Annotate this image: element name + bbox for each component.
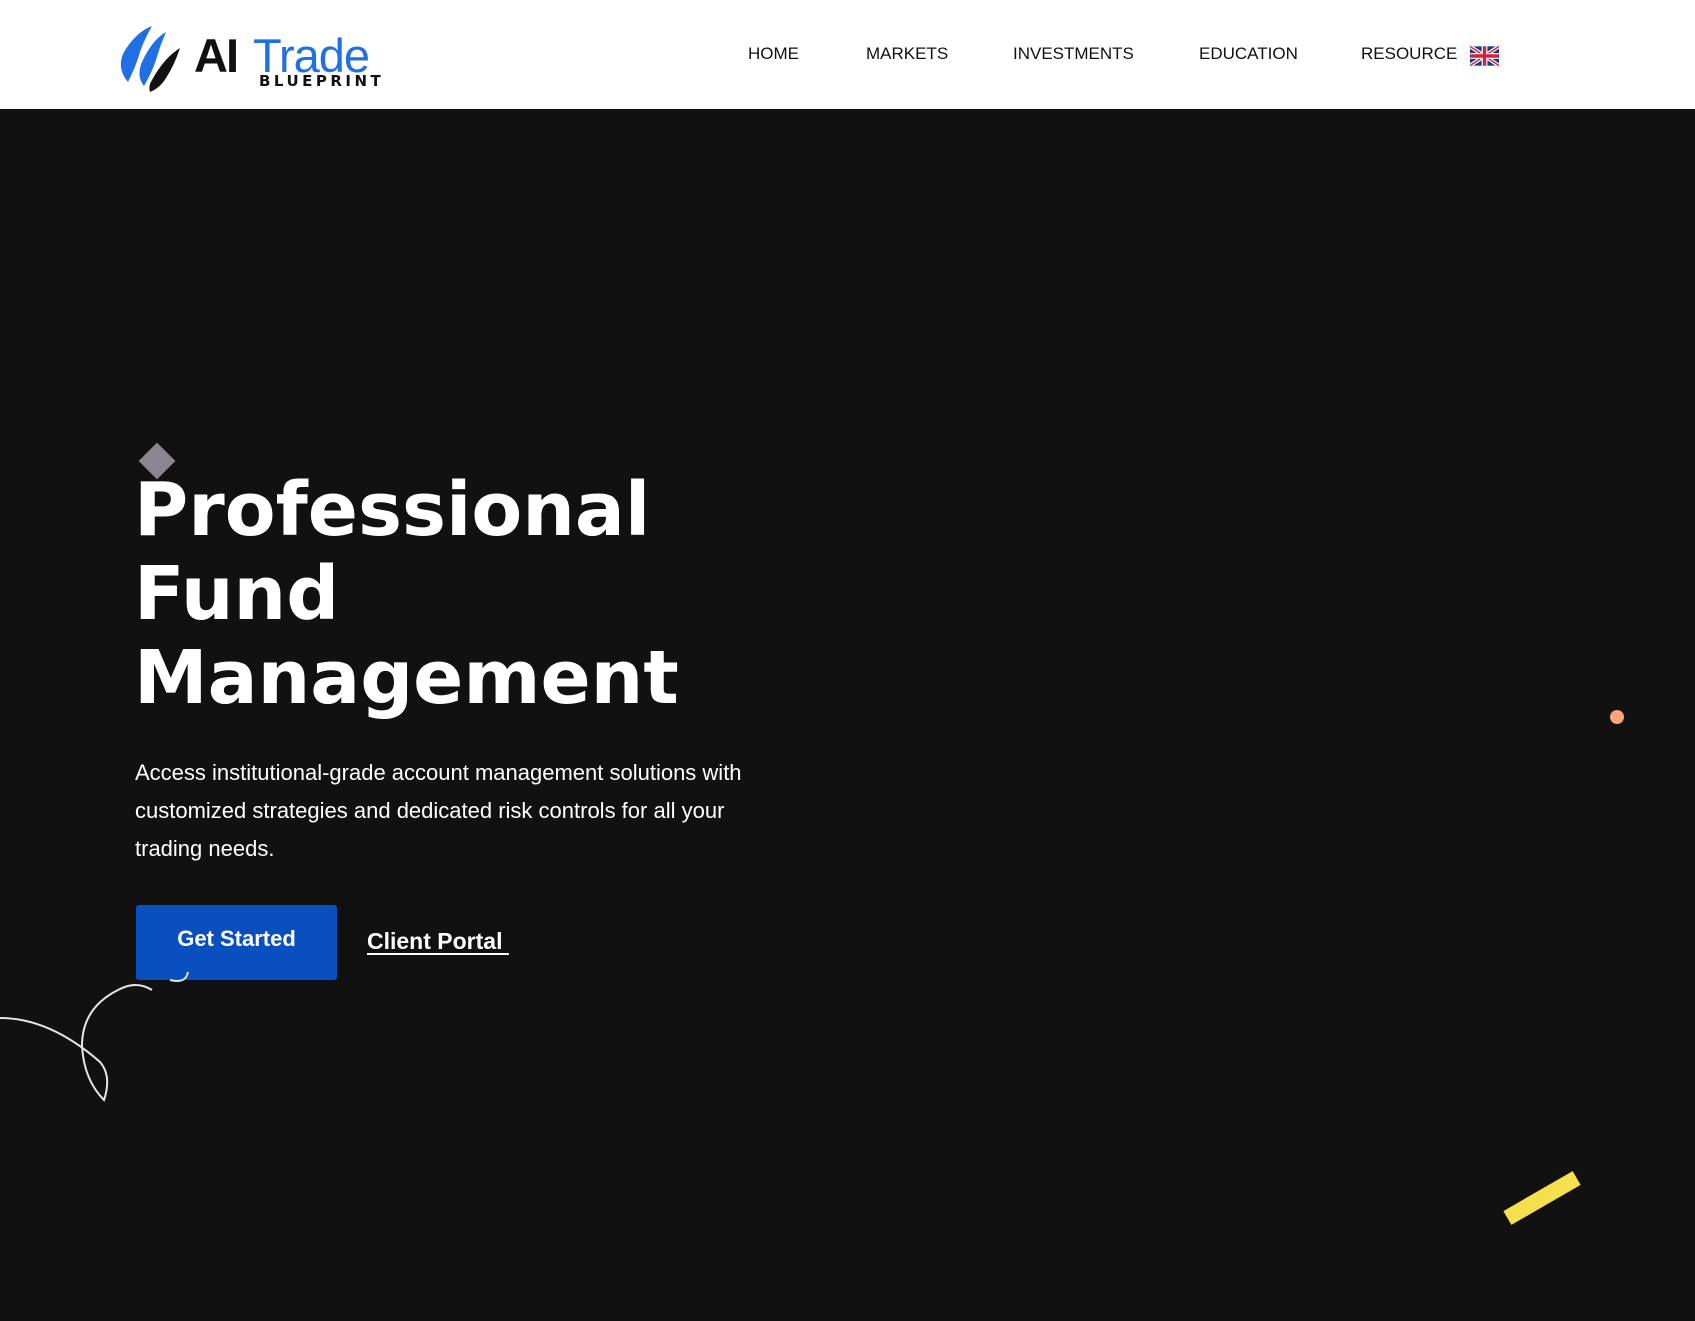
- nav-item-investments[interactable]: INVESTMENTS: [1013, 44, 1134, 64]
- brand-name-bold: AI: [194, 29, 239, 82]
- brand-logo[interactable]: AI Trade BLUEPRINT: [114, 22, 381, 92]
- hero-title: Professional Fund Management: [134, 468, 679, 720]
- client-portal-link[interactable]: Client Portal: [367, 928, 509, 955]
- dot-shape-icon: [1610, 710, 1624, 724]
- logo-mark-icon: [120, 26, 180, 92]
- diamond-shape-icon: [138, 442, 176, 480]
- hero-title-line: Management: [134, 635, 679, 721]
- brand-tagline: BLUEPRINT: [259, 72, 385, 90]
- site-header: AI Trade BLUEPRINT HOME MARKETS INVESTME…: [0, 0, 1695, 109]
- curve-line-icon: [0, 971, 189, 1102]
- nav-item-home[interactable]: HOME: [748, 44, 799, 64]
- uk-flag-icon[interactable]: [1470, 45, 1499, 67]
- nav-item-markets[interactable]: MARKETS: [866, 44, 948, 64]
- hero-title-line: Professional: [134, 467, 651, 553]
- hero-title-line: Fund: [134, 551, 340, 637]
- bar-shape-icon: [1503, 1171, 1581, 1225]
- hero-description: Access institutional-grade account manag…: [135, 760, 742, 861]
- nav-item-resource[interactable]: RESOURCE: [1361, 44, 1457, 64]
- nav-item-education[interactable]: EDUCATION: [1199, 44, 1298, 64]
